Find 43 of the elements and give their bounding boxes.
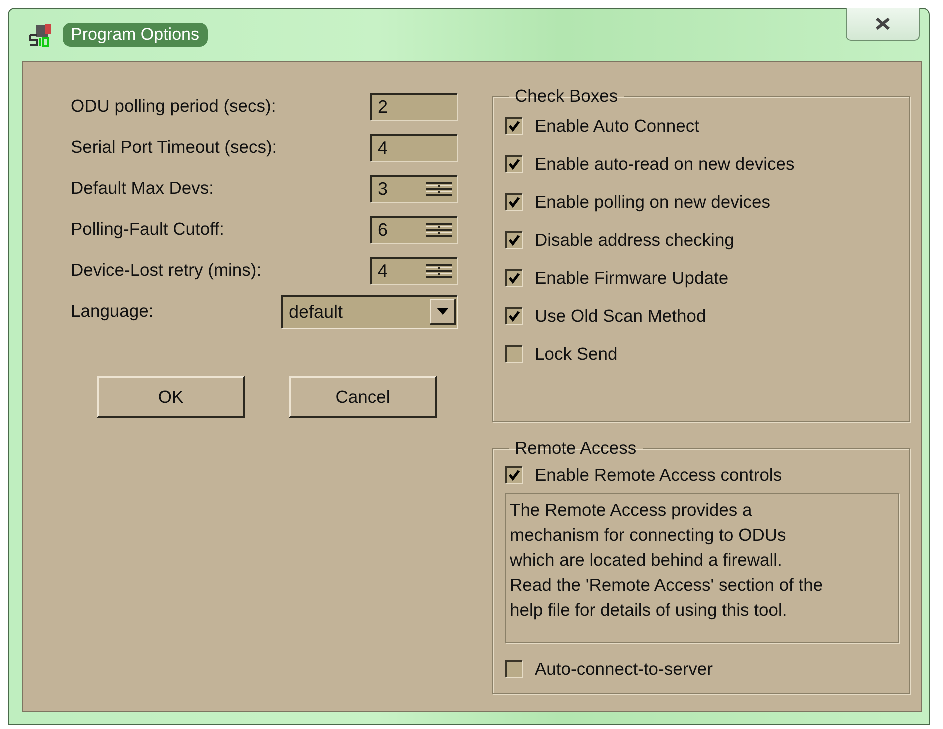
dropdown-arrow-button[interactable] [430, 299, 456, 325]
checkbox[interactable] [505, 117, 523, 135]
spin-arrows-icon[interactable] [425, 223, 453, 237]
setting-label: Language: [71, 301, 154, 322]
spin-field[interactable]: 4 [370, 256, 458, 284]
setting-label: Device-Lost retry (mins): [71, 260, 262, 281]
checkbox-label[interactable]: Enable Auto Connect [535, 116, 700, 136]
checkbox[interactable] [505, 155, 523, 173]
spin-arrows-icon[interactable] [425, 182, 453, 196]
checkbox[interactable] [505, 345, 523, 363]
checkbox[interactable] [505, 269, 523, 287]
checkbox-label[interactable]: Use Old Scan Method [535, 306, 706, 326]
close-button[interactable] [846, 8, 920, 41]
checkbox[interactable] [505, 466, 523, 484]
text-field[interactable]: 2 [370, 92, 458, 120]
setting-label: Default Max Devs: [71, 178, 214, 199]
group-title: Remote Access [514, 438, 638, 459]
description-text: The Remote Access provides a mechanism for connecting to ODUs which are located behind a firewall. Read the 'Remote Access' section of the help file for details of using this tool. [505, 493, 899, 643]
checkbox[interactable] [505, 231, 523, 249]
down-arrow-icon [436, 308, 448, 315]
checkbox-label[interactable]: Enable polling on new devices [535, 192, 770, 212]
setting-label: ODU polling period (secs): [71, 96, 276, 117]
checkbox-label[interactable]: Enable Firmware Update [535, 268, 729, 288]
checkbox[interactable] [505, 307, 523, 325]
cancel-button[interactable]: Cancel [289, 376, 437, 418]
spin-arrows-icon[interactable] [425, 264, 453, 278]
setting-label: Polling-Fault Cutoff: [71, 219, 224, 240]
ok-button[interactable]: OK [97, 376, 245, 418]
checkbox-label[interactable]: Auto-connect-to-server [535, 658, 713, 680]
text-field[interactable]: 4 [370, 134, 458, 162]
language-dropdown[interactable]: default [281, 294, 458, 328]
spin-field[interactable]: 3 [370, 174, 458, 202]
setting-label: Serial Port Timeout (secs): [71, 137, 278, 158]
checkbox[interactable] [505, 660, 523, 678]
checkbox-label[interactable]: Lock Send [535, 344, 618, 364]
checkbox-label[interactable]: Enable auto-read on new devices [535, 154, 795, 174]
checkbox-label[interactable]: Disable address checking [535, 230, 734, 250]
group-title: Check Boxes [514, 86, 620, 107]
close-icon [874, 17, 892, 31]
checkbox[interactable] [505, 193, 523, 211]
window-title: Program Options [63, 23, 208, 47]
spin-field[interactable]: 6 [370, 216, 458, 244]
checkbox-label[interactable]: Enable Remote Access controls [535, 464, 782, 486]
